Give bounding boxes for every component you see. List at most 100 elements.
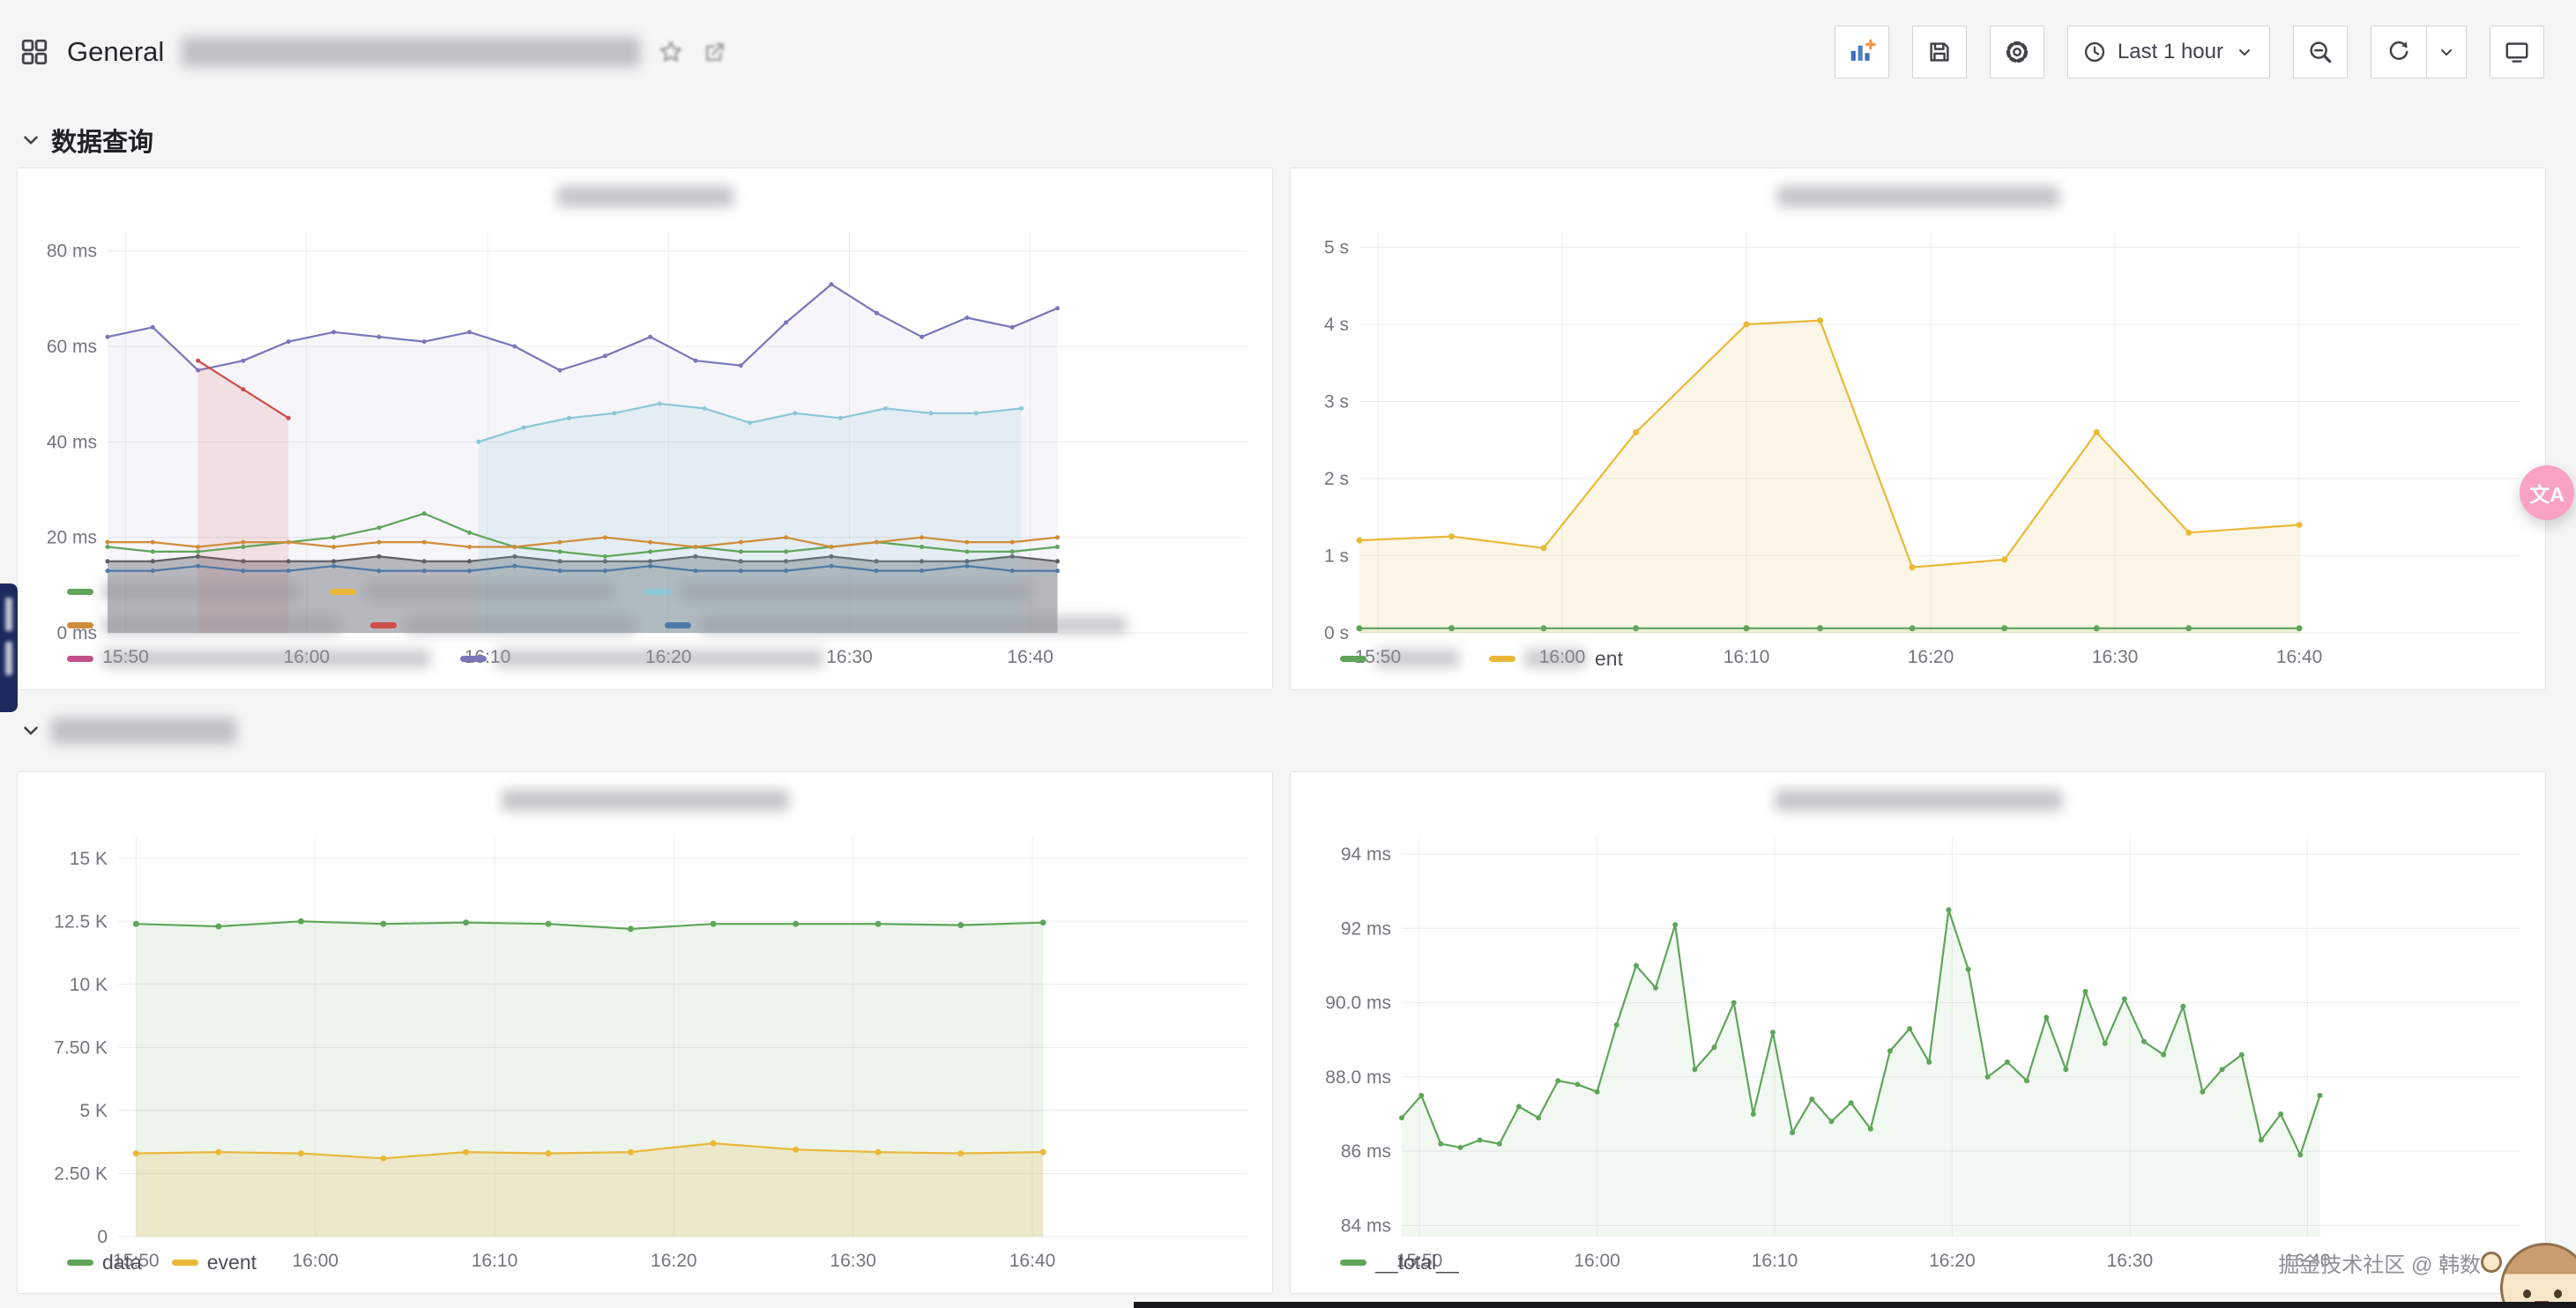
panel-title[interactable] xyxy=(28,777,1262,823)
section-title-blurred xyxy=(51,717,236,744)
legend-item[interactable] xyxy=(370,616,635,634)
section-row-write[interactable] xyxy=(0,690,2576,771)
legend-row: ent xyxy=(1340,642,2528,675)
svg-text:10 K: 10 K xyxy=(70,975,108,995)
kiosk-mode-button[interactable] xyxy=(2490,26,2544,78)
panel-title[interactable] xyxy=(1301,777,2535,823)
svg-text:40 ms: 40 ms xyxy=(47,432,97,452)
legend-row xyxy=(67,575,1254,608)
chevron-down-icon xyxy=(2234,41,2255,63)
dashboard-settings-button[interactable] xyxy=(1990,26,2044,78)
chart-svg: 0 s1 s2 s3 s4 s5 s15:5016:0016:1016:2016… xyxy=(1301,219,2535,673)
legend-series-color xyxy=(644,589,671,595)
legend-item[interactable]: __total__ xyxy=(1340,1251,1459,1275)
panel-title-blurred xyxy=(1777,186,2059,207)
bar-chart-plus-icon xyxy=(1848,39,1876,65)
legend-item[interactable] xyxy=(330,583,614,600)
time-range-label: Last 1 hour xyxy=(2118,40,2223,64)
legend-label-blurred xyxy=(102,616,340,634)
legend-row: data event xyxy=(67,1245,1254,1279)
section-title: 数据查询 xyxy=(51,122,153,159)
refresh-interval-dropdown[interactable] xyxy=(2426,26,2466,78)
svg-text:5 K: 5 K xyxy=(79,1101,108,1121)
legend-label: event xyxy=(207,1251,257,1275)
panel-title[interactable] xyxy=(28,174,1262,219)
legend-series-color xyxy=(1489,656,1515,662)
svg-text:90.0 ms: 90.0 ms xyxy=(1325,993,1391,1014)
refresh-button[interactable] xyxy=(2371,26,2426,78)
panel-title-blurred xyxy=(502,790,789,811)
svg-text:5 s: 5 s xyxy=(1324,238,1349,258)
dashboard-title-blurred[interactable] xyxy=(182,37,640,67)
legend-item[interactable]: data xyxy=(67,1251,142,1275)
translate-float-button[interactable]: 文A xyxy=(2520,465,2574,520)
panel-rows: 02.50 K5 K7.50 K10 K12.5 K15 K15:5016:00… xyxy=(17,771,1273,1294)
zoom-out-time-button[interactable] xyxy=(2293,26,2348,78)
save-icon xyxy=(1926,39,1953,65)
legend-label-blurred xyxy=(365,583,614,600)
breadcrumb-section[interactable]: General xyxy=(67,36,164,68)
legend-item[interactable] xyxy=(665,616,1127,634)
chevron-down-icon xyxy=(19,719,42,742)
clock-icon xyxy=(2082,40,2107,64)
legend-item[interactable] xyxy=(1340,650,1459,667)
time-range-picker[interactable]: Last 1 hour xyxy=(2067,26,2270,78)
legend-item[interactable] xyxy=(67,583,300,600)
svg-text:86 ms: 86 ms xyxy=(1341,1141,1391,1162)
legend-item[interactable]: event xyxy=(172,1251,257,1275)
chart-svg: 02.50 K5 K7.50 K10 K12.5 K15 K15:5016:00… xyxy=(28,823,1262,1277)
total-chart[interactable]: 84 ms86 ms88.0 ms90.0 ms92 ms94 ms15:501… xyxy=(1301,823,2535,1244)
top-bar: General xyxy=(0,0,2576,104)
save-dashboard-button[interactable] xyxy=(1912,26,1967,78)
legend-label-blurred xyxy=(680,583,1032,600)
svg-text:94 ms: 94 ms xyxy=(1341,844,1391,865)
legend-series-color xyxy=(67,622,93,628)
apps-grid-icon[interactable] xyxy=(19,37,49,67)
chart-svg: 84 ms86 ms88.0 ms90.0 ms92 ms94 ms15:501… xyxy=(1301,823,2535,1277)
translate-icon: 文A xyxy=(2529,478,2565,508)
legend-item[interactable] xyxy=(644,583,1032,600)
side-feedback-tab[interactable] xyxy=(0,583,18,712)
svg-text:1 s: 1 s xyxy=(1324,546,1349,567)
breadcrumb: General xyxy=(19,36,728,68)
legend-series-color xyxy=(67,1260,93,1266)
legend-series-color xyxy=(67,589,93,595)
panel-latency: 0 ms20 ms40 ms60 ms80 ms15:5016:0016:101… xyxy=(17,167,1273,690)
watermark-text: 掘金技术社区 @ 韩数 xyxy=(2278,1247,2481,1278)
dashboard-body: 数据查询 0 ms20 ms40 ms60 ms80 ms15:5016:001… xyxy=(0,104,2576,1294)
legend-label-blurred xyxy=(102,583,300,600)
svg-text:4 s: 4 s xyxy=(1324,315,1349,335)
legend: ent xyxy=(1301,640,2535,682)
gear-icon xyxy=(2004,39,2030,65)
panel-title[interactable] xyxy=(1301,174,2535,219)
latency-chart[interactable]: 0 ms20 ms40 ms60 ms80 ms15:5016:0016:101… xyxy=(28,219,1262,573)
share-icon[interactable] xyxy=(702,39,728,65)
panel-title-blurred xyxy=(1775,790,2062,811)
star-icon[interactable] xyxy=(658,39,684,65)
legend-item[interactable]: ent xyxy=(1489,647,1623,671)
legend-item[interactable] xyxy=(460,650,823,667)
legend-item[interactable] xyxy=(67,650,430,667)
svg-text:3 s: 3 s xyxy=(1324,392,1349,412)
svg-text:12.5 K: 12.5 K xyxy=(54,911,108,932)
legend-row xyxy=(67,608,1254,642)
legend-label-blurred xyxy=(1524,650,1586,667)
refresh-button-group xyxy=(2371,26,2467,78)
legend-series-color xyxy=(460,656,487,662)
legend-series-color xyxy=(370,622,397,628)
duration-chart[interactable]: 0 s1 s2 s3 s4 s5 s15:5016:0016:1016:2016… xyxy=(1301,219,2535,640)
rows-chart[interactable]: 02.50 K5 K7.50 K10 K12.5 K15 K15:5016:00… xyxy=(28,823,1262,1244)
legend-item[interactable] xyxy=(67,616,340,634)
svg-text:60 ms: 60 ms xyxy=(47,337,97,357)
legend-series-color xyxy=(1340,656,1366,662)
add-panel-button[interactable] xyxy=(1835,26,1889,78)
refresh-icon xyxy=(2386,39,2412,65)
svg-text:92 ms: 92 ms xyxy=(1341,918,1391,939)
svg-text:2 s: 2 s xyxy=(1324,469,1349,489)
legend: data event xyxy=(28,1244,1262,1286)
panel-title-blurred xyxy=(557,186,733,207)
panels-row-1: 0 ms20 ms40 ms60 ms80 ms15:5016:0016:101… xyxy=(17,167,2546,690)
monitor-icon xyxy=(2504,39,2530,65)
section-row-query[interactable]: 数据查询 xyxy=(0,113,2576,167)
bottom-bar xyxy=(1134,1302,2576,1308)
